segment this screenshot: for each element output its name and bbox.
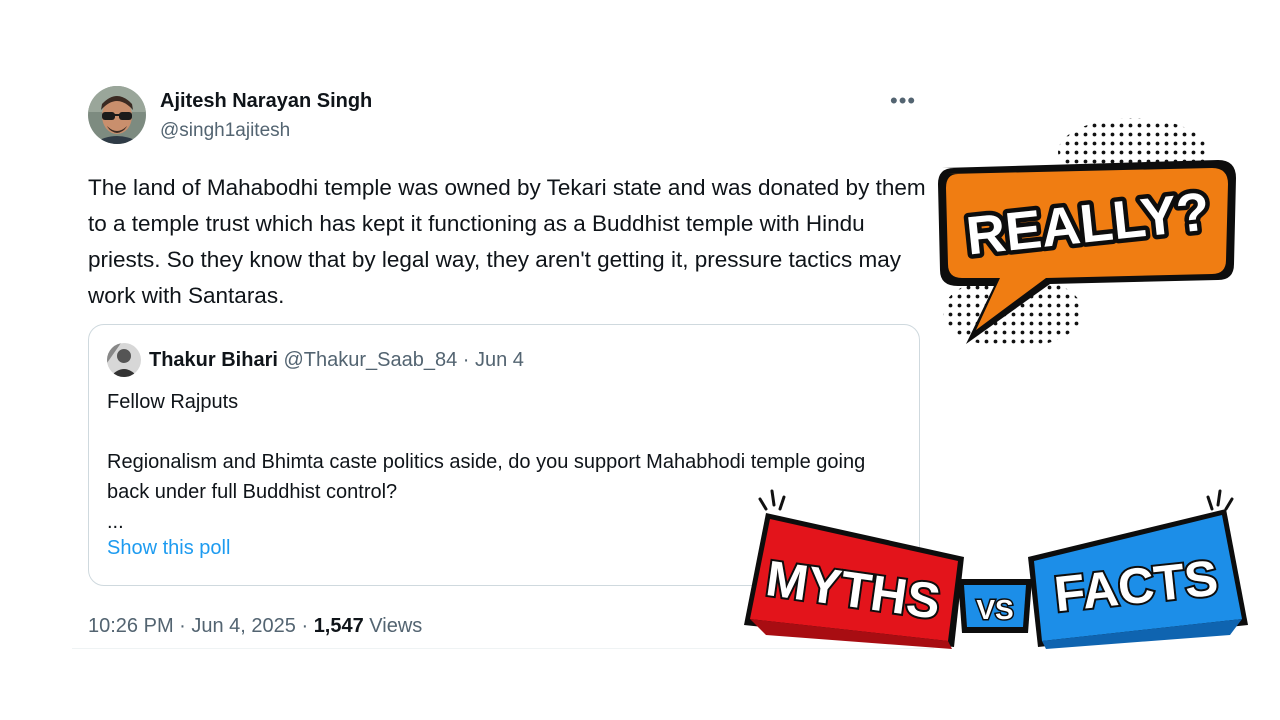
really-speech-bubble: REALLY?: [928, 112, 1243, 362]
author-avatar[interactable]: [88, 86, 146, 144]
vs-text: VS: [976, 594, 1013, 625]
quoted-author-name[interactable]: Thakur Bihari: [149, 349, 278, 371]
views-label: Views: [363, 615, 423, 637]
really-bubble-graphic: REALLY?: [938, 118, 1236, 348]
quoted-header: Thakur Bihari @Thakur_Saab_84 · Jun 4: [149, 349, 524, 372]
author-handle[interactable]: @singh1ajitesh: [160, 120, 290, 142]
myths-facts-graphic: MYTHS VS FACTS: [744, 489, 1248, 649]
views-count: 1,547: [313, 615, 364, 637]
author-name[interactable]: Ajitesh Narayan Singh: [160, 90, 372, 113]
show-poll-link[interactable]: Show this poll: [107, 537, 230, 560]
more-options-icon[interactable]: •••: [890, 88, 916, 114]
tweet-timestamp[interactable]: 10:26 PM · Jun 4, 2025 ·: [88, 615, 314, 637]
quoted-author-meta: @Thakur_Saab_84 · Jun 4: [277, 349, 524, 371]
quoted-author-avatar[interactable]: [107, 343, 141, 377]
tweet-meta: 10:26 PM · Jun 4, 2025 · 1,547 Views: [88, 615, 422, 638]
tweet-text: The land of Mahabodhi temple was owned b…: [88, 175, 926, 308]
myths-vs-facts-graphic: MYTHS VS FACTS: [736, 485, 1256, 660]
